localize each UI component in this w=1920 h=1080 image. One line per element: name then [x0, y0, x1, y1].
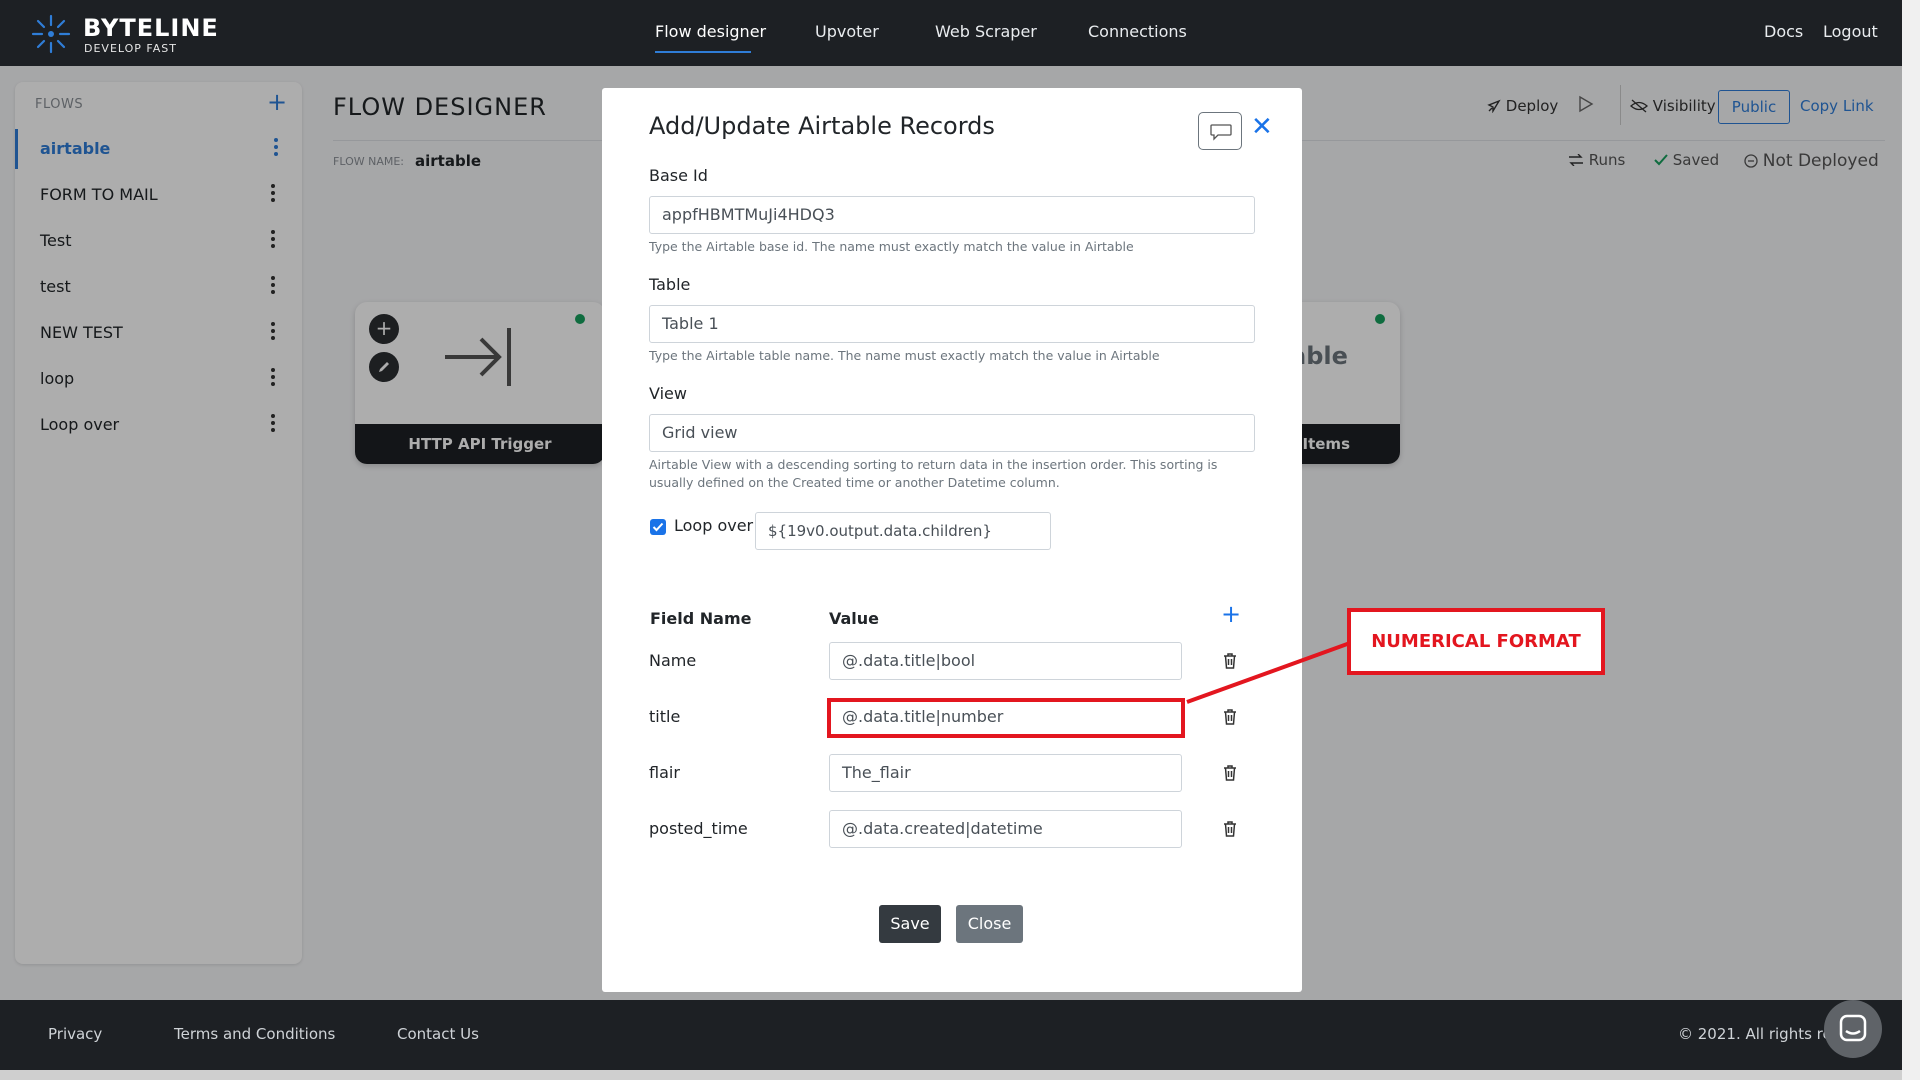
field-row-name: posted_time [649, 819, 748, 838]
brand-name: BYTELINE [83, 14, 219, 42]
nav-upvoter[interactable]: Upvoter [815, 22, 879, 41]
speech-bubble-icon [1210, 124, 1232, 141]
value-header: Value [829, 609, 880, 628]
view-label: View [649, 384, 687, 403]
nav-docs[interactable]: Docs [1764, 22, 1803, 41]
field-row-name: Name [649, 651, 697, 670]
page-footer: Privacy Terms and Conditions Contact Us … [0, 1000, 1920, 1070]
table-label: Table [649, 275, 691, 294]
base-id-input[interactable]: appfHBMTMuJi4HDQ3 [649, 196, 1255, 234]
loop-over-checkbox[interactable] [650, 519, 666, 535]
nav-connections[interactable]: Connections [1088, 22, 1187, 41]
byteline-logo[interactable]: BYTELINE DEVELOP FAST [29, 10, 219, 56]
field-row-value[interactable]: @.data.created|datetime [829, 810, 1182, 848]
view-help: Airtable View with a descending sorting … [649, 457, 1218, 490]
save-button[interactable]: Save [879, 905, 941, 943]
airtable-records-modal: Add/Update Airtable Records ✕ Base Id ap… [602, 88, 1302, 992]
loop-over-label: Loop over [674, 516, 754, 535]
checkmark-icon [652, 522, 664, 532]
trash-icon[interactable] [1222, 652, 1238, 670]
trash-icon[interactable] [1222, 708, 1238, 726]
modal-title: Add/Update Airtable Records [649, 112, 995, 140]
nav-web-scraper[interactable]: Web Scraper [935, 22, 1037, 41]
close-icon[interactable]: ✕ [1251, 114, 1273, 140]
trash-icon[interactable] [1222, 764, 1238, 782]
highlight-box [827, 698, 1185, 738]
table-input[interactable]: Table 1 [649, 305, 1255, 343]
byteline-logo-icon [31, 14, 71, 54]
close-button[interactable]: Close [956, 905, 1023, 943]
field-row-value[interactable]: @.data.title|bool [829, 642, 1182, 680]
footer-contact-link[interactable]: Contact Us [397, 1025, 479, 1043]
comment-button[interactable] [1198, 112, 1242, 150]
brand-tagline: DEVELOP FAST [84, 42, 177, 55]
base-id-label: Base Id [649, 166, 708, 185]
loop-over-input[interactable]: ${19v0.output.data.children} [755, 512, 1051, 550]
field-row-name: title [649, 707, 681, 726]
top-navbar: BYTELINE DEVELOP FAST Flow designer Upvo… [0, 0, 1920, 66]
add-field-button[interactable]: + [1221, 602, 1241, 626]
table-help: Type the Airtable table name. The name m… [649, 348, 1160, 363]
nav-logout[interactable]: Logout [1823, 22, 1878, 41]
footer-privacy-link[interactable]: Privacy [48, 1025, 102, 1043]
window-bottom-strip [0, 1070, 1920, 1080]
nav-active-underline [655, 51, 751, 53]
trash-icon[interactable] [1222, 820, 1238, 838]
footer-terms-link[interactable]: Terms and Conditions [174, 1025, 335, 1043]
view-input[interactable]: Grid view [649, 414, 1255, 452]
field-row-name: flair [649, 763, 680, 782]
annotation-callout: NUMERICAL FORMAT [1347, 608, 1605, 675]
base-id-help: Type the Airtable base id. The name must… [649, 239, 1134, 254]
chat-launcher-button[interactable] [1824, 1000, 1882, 1058]
chat-icon [1839, 1014, 1867, 1042]
scrollbar[interactable] [1902, 0, 1920, 1080]
field-name-header: Field Name [650, 609, 752, 628]
nav-flow-designer[interactable]: Flow designer [655, 22, 766, 41]
field-row-value[interactable]: The_flair [829, 754, 1182, 792]
